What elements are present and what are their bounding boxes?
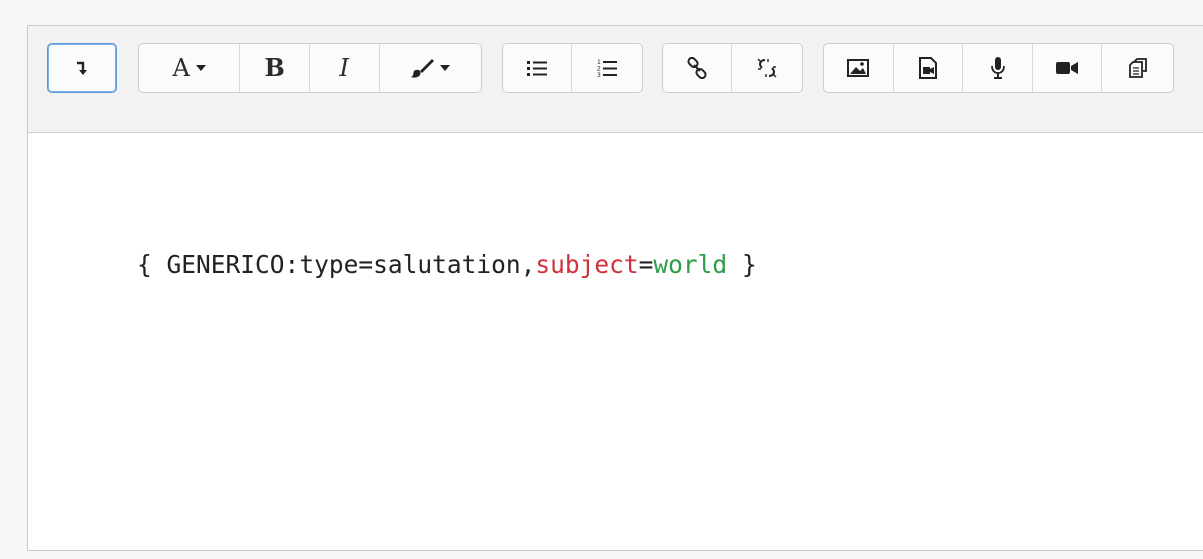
image-icon — [847, 59, 870, 77]
link-button[interactable] — [663, 44, 733, 92]
toolbar-group-links — [662, 43, 803, 93]
toolbar-group-text: A B I — [138, 43, 482, 93]
equals-sign: = — [638, 250, 654, 279]
param-value-type: salutation — [373, 250, 521, 279]
bullet-list-button[interactable] — [503, 44, 573, 92]
unlink-icon — [756, 57, 778, 79]
link-icon — [686, 57, 708, 79]
caret-down-icon — [440, 65, 451, 71]
files-copy-icon — [1127, 57, 1149, 79]
record-video-button[interactable] — [1033, 44, 1103, 92]
font-style-label: A — [172, 54, 190, 82]
manage-files-button[interactable] — [1102, 44, 1173, 92]
toolbar-group-media — [823, 43, 1174, 93]
editor-toolbar: A B I 1 2 3 — [28, 26, 1203, 133]
bold-label: B — [264, 53, 285, 82]
bullet-list-icon — [527, 59, 547, 77]
comma: , — [520, 250, 536, 279]
svg-text:3: 3 — [597, 72, 601, 78]
filter-name: GENERICO — [166, 250, 285, 279]
open-brace: { — [137, 250, 152, 279]
caret-down-icon — [195, 65, 206, 71]
italic-label: I — [339, 54, 350, 82]
insert-image-button[interactable] — [824, 44, 894, 92]
colon: : — [284, 250, 300, 279]
filter-code-line: { GENERICO:type=salutation,subject=world… — [137, 250, 757, 279]
equals-sign: = — [358, 250, 374, 279]
numbered-list-button[interactable]: 1 2 3 — [572, 44, 642, 92]
video-camera-icon — [1055, 60, 1079, 76]
param-key-type: type — [299, 250, 359, 279]
param-key-subject: subject — [535, 250, 639, 279]
record-audio-button[interactable] — [963, 44, 1033, 92]
text-color-button[interactable] — [380, 44, 481, 92]
insert-media-button[interactable] — [894, 44, 964, 92]
arrow-down-return-icon — [76, 60, 88, 76]
show-more-button[interactable] — [48, 44, 116, 92]
editor-content-area[interactable]: { GENERICO:type=salutation,subject=world… — [28, 133, 1203, 550]
toolbar-group-more — [47, 43, 117, 93]
media-file-icon — [918, 57, 937, 79]
microphone-icon — [990, 56, 1005, 80]
close-brace: } — [741, 250, 757, 279]
toolbar-group-lists: 1 2 3 — [502, 43, 643, 93]
rich-text-editor: A B I 1 2 3 {GENERICO:type=salutation,s… — [27, 25, 1203, 551]
font-style-button[interactable]: A — [139, 44, 241, 92]
unlink-button[interactable] — [732, 44, 802, 92]
param-value-subject: world — [653, 250, 728, 279]
paintbrush-icon — [410, 57, 435, 79]
italic-button[interactable]: I — [310, 44, 380, 92]
bold-button[interactable]: B — [240, 44, 310, 92]
numbered-list-icon: 1 2 3 — [597, 58, 617, 78]
